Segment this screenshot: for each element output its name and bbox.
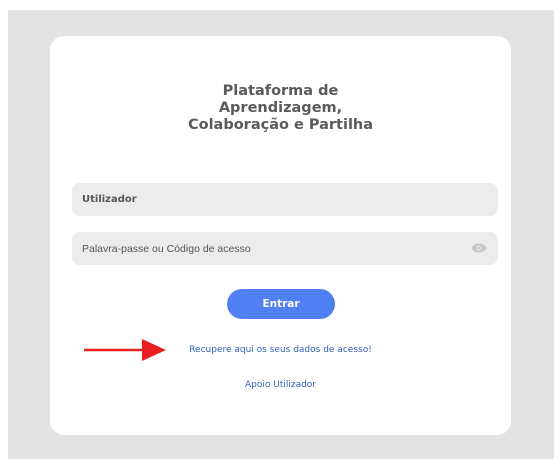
login-button[interactable]: Entrar — [227, 289, 335, 319]
password-placeholder: Palavra-passe ou Código de acesso — [82, 242, 251, 255]
username-field[interactable]: Utilizador — [72, 183, 498, 216]
red-arrow-icon — [84, 339, 166, 361]
password-field[interactable]: Palavra-passe ou Código de acesso — [72, 232, 498, 265]
title-line-3: Colaboração e Partilha — [187, 117, 374, 133]
platform-title: Plataforma de Aprendizagem, Colaboração … — [50, 83, 511, 134]
eye-icon[interactable] — [471, 241, 487, 255]
title-line-2: Aprendizagem, — [218, 100, 343, 116]
user-support-link[interactable]: Apoio Utilizador — [50, 380, 511, 390]
username-placeholder: Utilizador — [82, 194, 137, 205]
title-line-1: Plataforma de — [222, 83, 339, 99]
login-card: Plataforma de Aprendizagem, Colaboração … — [50, 36, 511, 435]
